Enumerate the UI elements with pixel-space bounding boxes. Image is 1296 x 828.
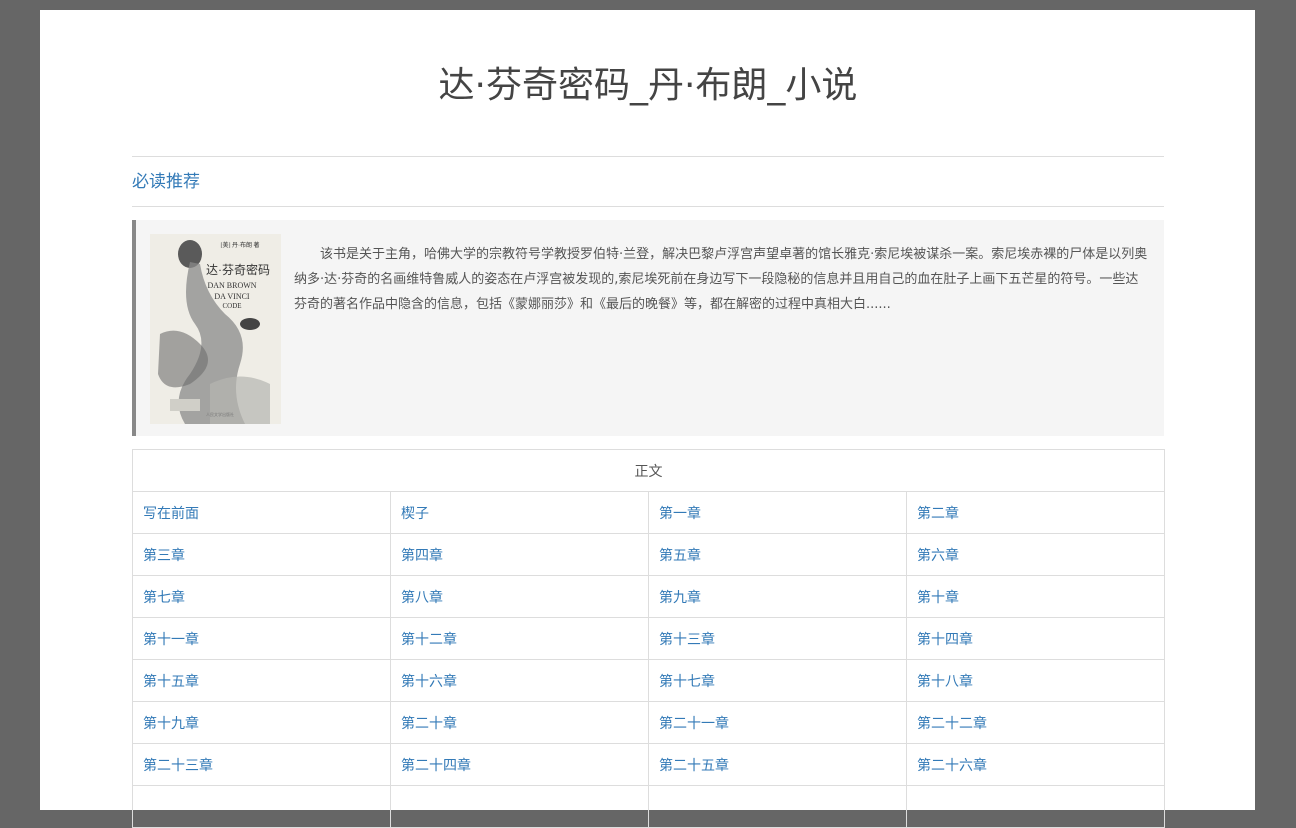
chapter-cell: 第九章 bbox=[648, 575, 907, 618]
chapter-cell: 第二十四章 bbox=[390, 743, 649, 786]
cover-publisher: 人民文学出版社 bbox=[206, 411, 234, 417]
content-column: 达·芬奇密码_丹·布朗_小说 必读推荐 [美] 丹·布朗 著 达·芬奇密码 DA bbox=[132, 10, 1165, 828]
chapter-cell: 第十八章 bbox=[906, 659, 1165, 702]
chapter-link[interactable]: 第十章 bbox=[917, 590, 959, 606]
chapter-cell: 第十五章 bbox=[132, 659, 391, 702]
chapter-cell: 第十二章 bbox=[390, 617, 649, 660]
section-heading: 必读推荐 bbox=[132, 172, 200, 192]
table-row: 第十九章 第二十章 第二十一章 第二十二章 bbox=[132, 701, 1165, 744]
chapter-link[interactable]: 第十五章 bbox=[143, 674, 199, 690]
chapter-link[interactable]: 第七章 bbox=[143, 590, 185, 606]
table-row: 第二十三章 第二十四章 第二十五章 第二十六章 bbox=[132, 743, 1165, 786]
cover-author-en: DAN BROWN bbox=[207, 281, 256, 290]
chapter-link[interactable]: 第十四章 bbox=[917, 632, 973, 648]
chapter-cell: 第十一章 bbox=[132, 617, 391, 660]
chapter-cell: 第十三章 bbox=[648, 617, 907, 660]
table-row: 第三章 第四章 第五章 第六章 bbox=[132, 533, 1165, 576]
cover-title-en-1: DA VINCI bbox=[214, 292, 250, 301]
chapter-cell: 第一章 bbox=[648, 491, 907, 534]
chapter-table: 正文 写在前面 楔子 第一章 第二章 第三章 第四章 第五章 第六章 第七章 第八章 第九章 第十章第… bbox=[132, 449, 1165, 828]
chapter-link[interactable]: 第二十二章 bbox=[917, 716, 987, 732]
chapter-cell: 第二十五章 bbox=[648, 743, 907, 786]
chapter-link[interactable]: 第二十六章 bbox=[917, 758, 987, 774]
page-container: 达·芬奇密码_丹·布朗_小说 必读推荐 [美] 丹·布朗 著 达·芬奇密码 DA bbox=[40, 10, 1255, 828]
chapter-link[interactable]: 第一章 bbox=[659, 506, 701, 522]
chapter-link[interactable]: 第六章 bbox=[917, 548, 959, 564]
chapter-cell: 第二十二章 bbox=[906, 701, 1165, 744]
chapter-cell: 第十七章 bbox=[648, 659, 907, 702]
chapter-link[interactable]: 第十九章 bbox=[143, 716, 199, 732]
chapter-link[interactable]: 第八章 bbox=[401, 590, 443, 606]
book-intro: [美] 丹·布朗 著 达·芬奇密码 DAN BROWN DA VINCI COD… bbox=[132, 220, 1164, 436]
chapter-cell: 第二章 bbox=[906, 491, 1165, 534]
chapter-link[interactable]: 第二十一章 bbox=[659, 716, 729, 732]
chapter-link[interactable]: 第二十三章 bbox=[143, 758, 213, 774]
chapter-cell: 第十章 bbox=[906, 575, 1165, 618]
chapter-cell bbox=[648, 785, 907, 828]
chapter-link[interactable]: 第二章 bbox=[917, 506, 959, 522]
table-header-row: 正文 bbox=[132, 449, 1165, 492]
book-description: 该书是关于主角，哈佛大学的宗教符号学教授罗伯特·兰登，解决巴黎卢浮宫声望卓著的馆… bbox=[294, 247, 1148, 312]
chapter-cell: 第八章 bbox=[390, 575, 649, 618]
chapter-link[interactable]: 第十一章 bbox=[143, 632, 199, 648]
chapter-link[interactable]: 楔子 bbox=[401, 506, 429, 522]
chapter-cell: 第十六章 bbox=[390, 659, 649, 702]
chapter-cell: 第二十一章 bbox=[648, 701, 907, 744]
chapter-link[interactable]: 第四章 bbox=[401, 548, 443, 564]
chapter-cell bbox=[390, 785, 649, 828]
divider bbox=[132, 206, 1164, 207]
chapter-link[interactable]: 写在前面 bbox=[143, 506, 199, 522]
chapter-link[interactable]: 第十八章 bbox=[917, 674, 973, 690]
chapter-list: 写在前面 楔子 第一章 第二章第三章 第四章 第五章 第六章第七章 第八章 第九章 第十章第十一章… bbox=[132, 491, 1165, 828]
chapter-cell: 第三章 bbox=[132, 533, 391, 576]
chapter-cell: 第七章 bbox=[132, 575, 391, 618]
table-row bbox=[132, 785, 1165, 828]
cover-title-en-2: CODE bbox=[222, 302, 241, 310]
chapter-cell: 第二十章 bbox=[390, 701, 649, 744]
table-row: 第十一章 第十二章 第十三章 第十四章 bbox=[132, 617, 1165, 660]
chapter-cell: 第六章 bbox=[906, 533, 1165, 576]
book-cover-image: [美] 丹·布朗 著 达·芬奇密码 DAN BROWN DA VINCI COD… bbox=[150, 234, 281, 424]
chapter-cell bbox=[906, 785, 1165, 828]
chapter-link[interactable]: 第十二章 bbox=[401, 632, 457, 648]
cover-title-cn: 达·芬奇密码 bbox=[206, 262, 270, 277]
chapter-cell bbox=[132, 785, 391, 828]
chapter-cell: 写在前面 bbox=[132, 491, 391, 534]
chapter-link[interactable]: 第十六章 bbox=[401, 674, 457, 690]
chapter-link[interactable]: 第二十四章 bbox=[401, 758, 471, 774]
chapter-link[interactable]: 第十七章 bbox=[659, 674, 715, 690]
chapter-cell: 第四章 bbox=[390, 533, 649, 576]
chapter-link[interactable]: 第二十五章 bbox=[659, 758, 729, 774]
chapter-cell: 第二十三章 bbox=[132, 743, 391, 786]
cover-credits: [美] 丹·布朗 著 bbox=[221, 241, 260, 249]
divider bbox=[132, 156, 1164, 157]
chapter-cell: 第十九章 bbox=[132, 701, 391, 744]
table-row: 第十五章 第十六章 第十七章 第十八章 bbox=[132, 659, 1165, 702]
chapter-link[interactable]: 第九章 bbox=[659, 590, 701, 606]
table-row: 第七章 第八章 第九章 第十章 bbox=[132, 575, 1165, 618]
page-title: 达·芬奇密码_丹·布朗_小说 bbox=[438, 65, 858, 106]
chapter-cell: 第二十六章 bbox=[906, 743, 1165, 786]
chapter-cell: 第十四章 bbox=[906, 617, 1165, 660]
chapter-link[interactable]: 第三章 bbox=[143, 548, 185, 564]
table-header: 正文 bbox=[132, 449, 1165, 492]
chapter-link[interactable]: 第二十章 bbox=[401, 716, 457, 732]
table-row: 写在前面 楔子 第一章 第二章 bbox=[132, 491, 1165, 534]
chapter-link[interactable]: 第五章 bbox=[659, 548, 701, 564]
chapter-link[interactable]: 第十三章 bbox=[659, 632, 715, 648]
chapter-cell: 楔子 bbox=[390, 491, 649, 534]
chapter-cell: 第五章 bbox=[648, 533, 907, 576]
